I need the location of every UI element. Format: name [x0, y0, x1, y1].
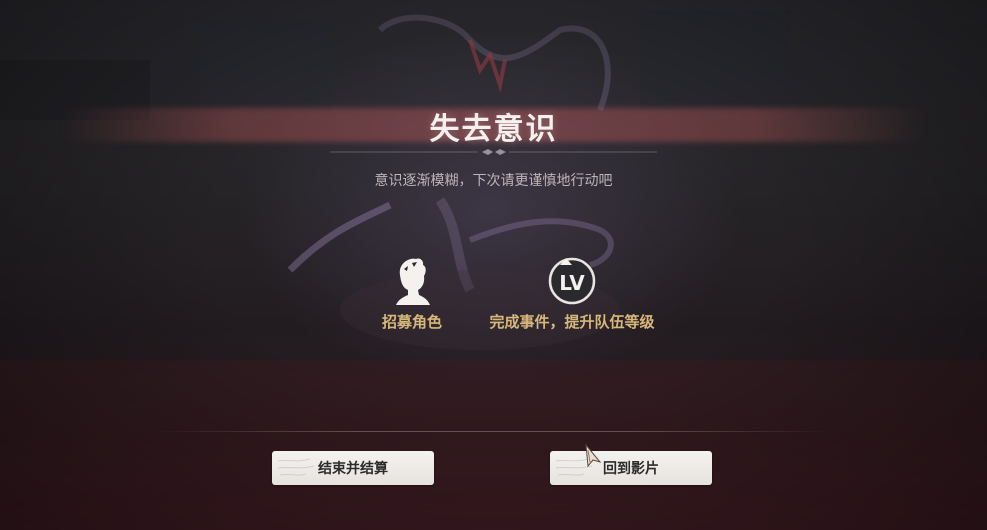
game-over-screen: 失去意识 意识逐渐模糊，下次请更谨慎地行动吧 招募角色 LV 完成事件，提升队伍… [0, 0, 987, 530]
dialog-title: 失去意识 [429, 112, 558, 147]
mouse-cursor-icon [585, 444, 602, 468]
level-up-icon: LV [548, 257, 596, 305]
end-and-settle-label: 结束并结算 [318, 461, 388, 477]
return-to-film-label: 回到影片 [603, 461, 659, 477]
end-and-settle-button[interactable]: 结束并结算 [272, 451, 434, 485]
option-recruit-character: 招募角色 [352, 255, 472, 332]
button-decoration-icon [277, 458, 315, 476]
title-ornament-icon [330, 149, 657, 155]
return-to-film-button[interactable]: 回到影片 [550, 451, 712, 485]
option-label: 完成事件，提升队伍等级 [489, 313, 655, 331]
character-silhouette-icon [396, 258, 430, 305]
button-divider [155, 431, 832, 432]
dialog-subtitle: 意识逐渐模糊，下次请更谨慎地行动吧 [374, 173, 613, 189]
option-label: 招募角色 [381, 313, 442, 331]
level-up-icon-text: LV [559, 271, 585, 295]
option-complete-event: LV 完成事件，提升队伍等级 [472, 255, 672, 332]
